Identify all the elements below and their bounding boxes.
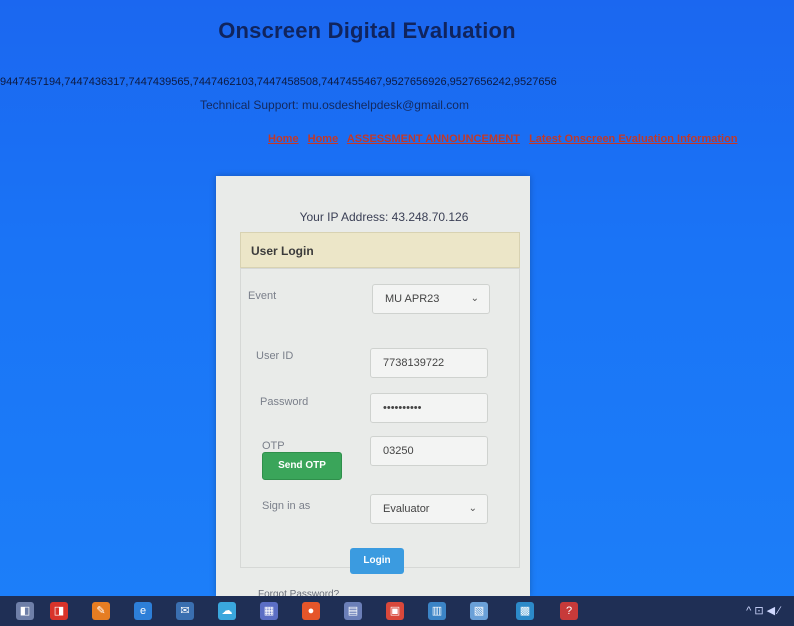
userid-label: User ID: [256, 350, 294, 362]
store-icon[interactable]: ▥: [428, 602, 446, 620]
windows-icon[interactable]: ◧: [16, 602, 34, 620]
signin-select[interactable]: Evaluator ⌄: [370, 494, 488, 524]
password-label: Password: [260, 396, 309, 408]
photos-icon[interactable]: ▣: [386, 602, 404, 620]
files-icon[interactable]: ▧: [470, 602, 488, 620]
paint-icon[interactable]: ✎: [92, 602, 110, 620]
nav-links: Home Home ASSESSMENT ANNOUNCEMENT Latest…: [268, 133, 794, 145]
cloud-icon[interactable]: ☁: [218, 602, 236, 620]
login-button[interactable]: Login: [350, 548, 404, 574]
help-icon[interactable]: ?: [560, 602, 578, 620]
chevron-down-icon: ⌄: [468, 503, 477, 514]
send-otp-button[interactable]: Send OTP: [262, 452, 342, 480]
teams-icon[interactable]: ▦: [260, 602, 278, 620]
nav-link-latest[interactable]: Latest Onscreen Evaluation Information: [529, 133, 737, 145]
event-select[interactable]: MU APR23 ⌄: [372, 284, 490, 314]
calculator-icon[interactable]: ▤: [344, 602, 362, 620]
mail-icon[interactable]: ✉: [176, 602, 194, 620]
chevron-down-icon: ⌄: [470, 293, 479, 304]
edge-icon[interactable]: e: [134, 602, 152, 620]
system-tray[interactable]: ^ ⊡ ◀ ∕: [746, 604, 780, 617]
otp-label: OTP: [262, 440, 285, 452]
chart-icon[interactable]: ▩: [516, 602, 534, 620]
page-title: Onscreen Digital Evaluation: [218, 18, 516, 43]
firefox-icon[interactable]: ●: [302, 602, 320, 620]
userid-input[interactable]: 7738139722: [370, 348, 488, 378]
login-header: User Login: [240, 232, 520, 268]
pdf-icon[interactable]: ◨: [50, 602, 68, 620]
technical-support: Technical Support: mu.osdeshelpdesk@gmai…: [200, 98, 469, 112]
taskbar: ◧ ◨ ✎ e ✉ ☁ ▦ ● ▤ ▣ ▥ ▧ ▩ ? ^ ⊡ ◀ ∕: [0, 596, 794, 626]
login-card: Your IP Address: 43.248.70.126 User Logi…: [216, 176, 530, 596]
helpline-numbers: 9447457194,7447436317,7447439565,7447462…: [0, 76, 557, 88]
otp-input[interactable]: 03250: [370, 436, 488, 466]
password-input[interactable]: ••••••••••: [370, 393, 488, 423]
signin-label: Sign in as: [262, 500, 311, 512]
ip-address: Your IP Address: 43.248.70.126: [299, 210, 469, 224]
nav-link-home[interactable]: Home: [268, 133, 299, 145]
nav-link-home-2[interactable]: Home: [308, 133, 339, 145]
nav-link-assessment[interactable]: ASSESSMENT ANNOUNCEMENT: [347, 133, 520, 145]
event-label: Event: [248, 290, 277, 302]
